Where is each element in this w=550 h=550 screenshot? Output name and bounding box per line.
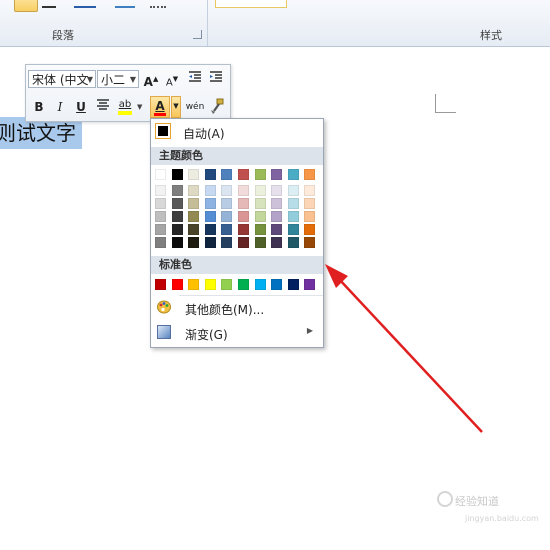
watermark-logo-icon xyxy=(437,491,453,507)
arrow-shaft xyxy=(337,277,483,433)
watermark-subtext: jingyan.baidu.com xyxy=(465,514,539,523)
annotation-arrow xyxy=(325,264,483,433)
watermark-text: 经验知道 xyxy=(455,495,499,508)
